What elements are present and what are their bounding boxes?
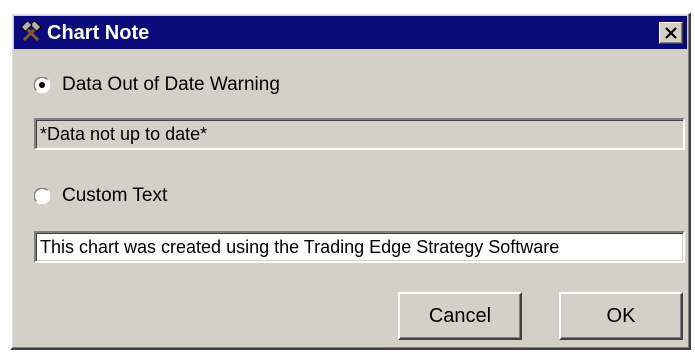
close-icon (665, 27, 677, 39)
ok-button[interactable]: OK (559, 292, 683, 340)
cancel-button[interactable]: Cancel (398, 292, 522, 340)
custom-option[interactable]: Custom Text (33, 183, 167, 209)
warning-radio[interactable] (33, 76, 51, 94)
warning-option[interactable]: Data Out of Date Warning (33, 72, 280, 98)
chart-note-dialog: Chart Note Data Out of Date Warning *Dat… (10, 12, 691, 350)
custom-label[interactable]: Custom Text (62, 185, 167, 207)
custom-text-field[interactable]: This chart was created using the Trading… (34, 231, 685, 263)
dialog-title: Chart Note (47, 22, 150, 44)
warning-label[interactable]: Data Out of Date Warning (62, 74, 280, 96)
crossed-hammers-icon (20, 19, 42, 44)
title-bar[interactable]: Chart Note (14, 16, 687, 49)
warning-text-field: *Data not up to date* (34, 118, 685, 150)
custom-radio[interactable] (33, 187, 51, 205)
close-button[interactable] (659, 22, 683, 44)
